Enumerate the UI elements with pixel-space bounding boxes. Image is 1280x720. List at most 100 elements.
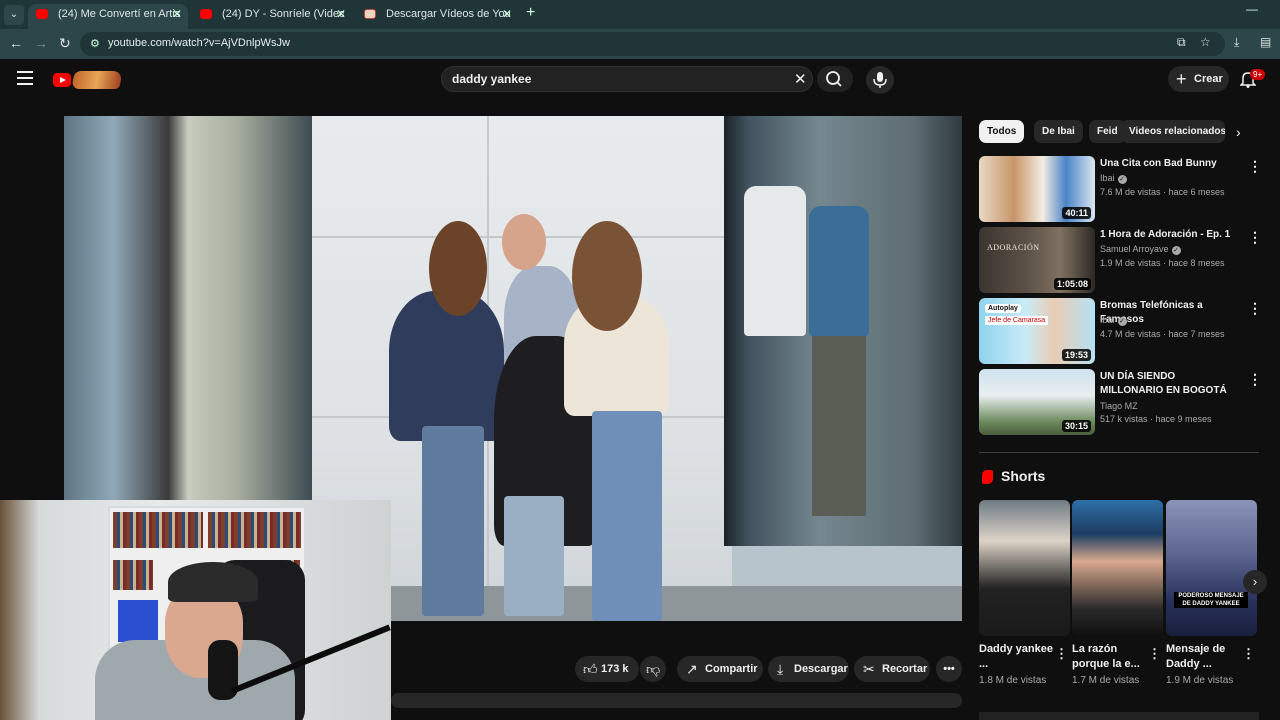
tab-close-icon[interactable]: ✕ — [336, 4, 346, 25]
search-button[interactable] — [817, 66, 853, 92]
clear-search-icon[interactable]: ✕ — [794, 70, 807, 88]
person-blue-jeans — [422, 426, 484, 616]
extensions-icon[interactable]: ▤ — [1260, 35, 1271, 49]
shorts-next-button[interactable]: › — [1243, 570, 1267, 594]
browser-toolbar: ← → ↻ ⚙ youtube.com/watch?v=AjVDnlpWsJw … — [0, 29, 1280, 59]
scissors-icon: ✂ — [863, 661, 875, 677]
youtube-header: ✕ + Crear 9+ — [0, 59, 1280, 103]
new-tab-icon[interactable]: + — [526, 4, 535, 22]
video-meta: 1.9 M de vistas · hace 8 meses — [1100, 258, 1225, 268]
video-thumbnail[interactable]: 30:15 — [979, 369, 1095, 435]
download-button[interactable]: ⤓ Descargar — [768, 656, 849, 682]
short-title[interactable]: Mensaje de Daddy ... — [1166, 642, 1242, 672]
logo-doodle — [71, 71, 123, 89]
books-row — [113, 512, 203, 548]
verified-icon: ✓ — [1171, 246, 1181, 255]
recommended-video[interactable]: 40:11 Una Cita con Bad Bunny Ibai ✓ 7.6 M… — [979, 156, 1264, 222]
short-title[interactable]: La razón porque la e... — [1072, 642, 1148, 672]
create-label: Crear — [1194, 73, 1223, 85]
mannequin-shirt-white — [744, 186, 806, 336]
recommended-video[interactable]: Autoplay Jefe de Camarasa 19:53 Bromas T… — [979, 298, 1264, 364]
browser-tab-1[interactable]: (24) Me Convertí en Artista Calle ✕ — [28, 4, 188, 29]
short-views: 1.8 M de vistas — [979, 675, 1047, 686]
tab-close-icon[interactable]: ✕ — [172, 4, 182, 25]
chip-todos[interactable]: Todos — [979, 120, 1025, 143]
video-thumbnail[interactable]: 40:11 — [979, 156, 1095, 222]
site-info-icon[interactable]: ⚙ — [90, 37, 100, 50]
short-thumbnail[interactable] — [1072, 500, 1163, 636]
more-vertical-icon[interactable]: ⋮ — [1248, 371, 1262, 388]
clip-button[interactable]: ✂ Recortar — [854, 656, 930, 682]
shorts-icon — [982, 470, 993, 484]
video-thumbnail[interactable]: ADORACIÓN 1:05:08 — [979, 227, 1095, 293]
clip-label: Recortar — [882, 663, 928, 675]
create-button[interactable]: + Crear — [1168, 66, 1229, 92]
channel-name[interactable]: Samuel Arroyave ✓ — [1100, 244, 1181, 255]
video-meta: 7.6 M de vistas · hace 6 meses — [1100, 187, 1225, 197]
browser-tab-bar: ⌄ (24) Me Convertí en Artista Calle ✕ (2… — [0, 0, 1280, 29]
duration-badge: 19:53 — [1061, 349, 1091, 361]
video-thumbnail[interactable]: Autoplay Jefe de Camarasa 19:53 — [979, 298, 1095, 364]
channel-name[interactable]: Ibai ✓ — [1100, 315, 1127, 326]
video-title[interactable]: 1 Hora de Adoración - Ep. 1 — [1100, 228, 1240, 242]
recommended-video[interactable]: 30:15 UN DÍA SIENDO MILLONARIO EN BOGOTÁ… — [979, 369, 1264, 435]
more-actions-button[interactable]: ••• — [936, 656, 962, 682]
short-thumbnail[interactable]: PODEROSO MENSAJE DE DADDY YANKEE — [1166, 500, 1257, 636]
tab-title: (24) DY - Sonríele (Video Oficial — [222, 8, 344, 20]
more-vertical-icon[interactable]: ⋮ — [1055, 646, 1068, 662]
search-input[interactable] — [452, 71, 782, 87]
more-vertical-icon[interactable]: ⋮ — [1248, 300, 1262, 317]
more-vertical-icon[interactable]: ⋮ — [1248, 229, 1262, 246]
chip-de-ibai[interactable]: De Ibai — [1034, 120, 1083, 143]
books-row — [208, 512, 301, 548]
short-title[interactable]: Daddy yankee ... — [979, 642, 1055, 672]
share-button[interactable]: ↗ Compartir — [677, 656, 763, 682]
browser-tab-2[interactable]: (24) DY - Sonríele (Video Oficial ✕ — [192, 4, 352, 29]
download-icon: ⤓ — [777, 661, 784, 677]
video-title[interactable]: UN DÍA SIENDO MILLONARIO EN BOGOTÁ — [1100, 370, 1240, 398]
hamburger-icon[interactable] — [17, 71, 33, 85]
thumb-up-icon: 👍︎ — [583, 661, 598, 677]
duration-badge: 1:05:08 — [1053, 278, 1091, 290]
cast-icon[interactable]: ⧉ — [1177, 35, 1186, 50]
chevron-right-icon[interactable]: › — [1236, 124, 1241, 140]
channel-name[interactable]: Tiago MZ — [1100, 401, 1138, 411]
more-horizontal-icon: ••• — [943, 663, 955, 675]
browser-tab-3[interactable]: Descargar Vídeos de YouTube ✕ — [356, 4, 518, 29]
video-title[interactable]: Una Cita con Bad Bunny — [1100, 157, 1240, 171]
person-face — [502, 214, 546, 270]
thumbnail-badge-autoplay: Autoplay — [985, 304, 1021, 313]
downloader-favicon-icon — [364, 9, 376, 19]
video-meta: 517 k vistas · hace 9 meses — [1100, 414, 1212, 424]
mic-icon — [873, 72, 887, 88]
short-views: 1.7 M de vistas — [1072, 675, 1140, 686]
like-button[interactable]: 👍︎ 173 k — [575, 656, 639, 682]
video-scene-shop-display — [724, 116, 962, 546]
recommended-video[interactable]: ADORACIÓN 1:05:08 1 Hora de Adoración - … — [979, 227, 1264, 293]
more-vertical-icon[interactable]: ⋮ — [1242, 646, 1255, 662]
forward-icon[interactable]: → — [34, 35, 48, 51]
downloads-icon[interactable]: ⤓ — [1234, 35, 1239, 50]
voice-search-button[interactable] — [866, 66, 894, 94]
address-bar[interactable]: ⚙ youtube.com/watch?v=AjVDnlpWsJw — [80, 32, 1225, 56]
share-icon: ↗ — [686, 661, 698, 677]
books-row — [113, 560, 153, 590]
dislike-button[interactable]: 👎︎ — [640, 656, 666, 682]
more-vertical-icon[interactable]: ⋮ — [1148, 646, 1161, 662]
minimize-icon[interactable]: — — [1246, 2, 1258, 16]
short-thumbnail[interactable] — [979, 500, 1070, 636]
youtube-logo[interactable] — [53, 71, 123, 91]
like-count: 173 k — [601, 663, 629, 675]
channel-name[interactable]: Ibai ✓ — [1100, 173, 1127, 184]
reload-icon[interactable]: ↻ — [59, 35, 71, 52]
chip-videos-relacionados[interactable]: Videos relacionados — [1121, 120, 1225, 143]
divider — [979, 452, 1259, 453]
thumbnail-text: ADORACIÓN — [987, 243, 1040, 252]
video-meta: 4.7 M de vistas · hace 7 meses — [1100, 329, 1225, 339]
more-vertical-icon[interactable]: ⋮ — [1248, 158, 1262, 175]
tab-close-icon[interactable]: ✕ — [502, 4, 512, 25]
bookmark-star-icon[interactable]: ☆ — [1200, 35, 1211, 49]
verified-icon: ✓ — [1117, 175, 1127, 184]
tab-search-icon[interactable]: ⌄ — [4, 5, 24, 25]
back-icon[interactable]: ← — [9, 35, 23, 51]
